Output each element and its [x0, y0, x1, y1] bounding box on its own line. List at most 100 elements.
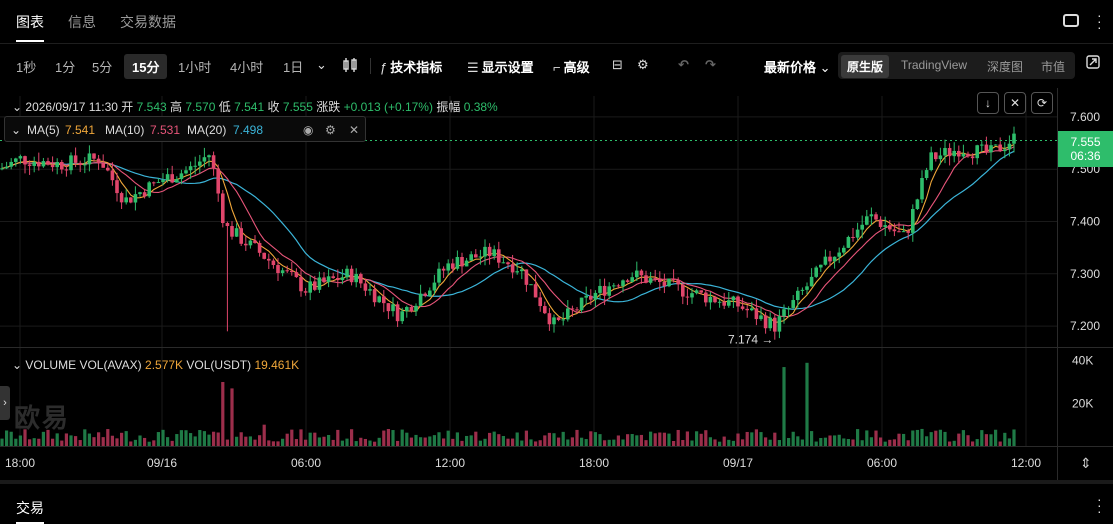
volume-bar: [764, 437, 768, 446]
volume-bar: [340, 440, 344, 446]
volume-bar: [800, 439, 804, 446]
more-vertical-icon[interactable]: · · ·: [1097, 492, 1103, 518]
time-axis-label: 09/16: [147, 456, 177, 470]
refresh-icon[interactable]: ⟳: [1031, 92, 1053, 114]
view-tradingview[interactable]: TradingView: [901, 58, 967, 72]
candle-body: [83, 164, 87, 166]
candle-body: [106, 167, 110, 171]
volume-bar: [350, 429, 354, 446]
volume-bar: [469, 435, 473, 446]
timeframe-15m[interactable]: 15分: [124, 54, 168, 79]
candle-body: [547, 313, 552, 325]
volume-bar: [373, 441, 377, 446]
price-mode-select[interactable]: 最新价格 ⌄: [764, 57, 831, 76]
candle-body: [405, 307, 409, 312]
candle-body: [676, 279, 680, 285]
volume-bar: [396, 440, 400, 446]
volume-bar: [653, 433, 657, 446]
volume-bar: [313, 432, 317, 446]
timeframe-4h[interactable]: 4小时: [230, 57, 263, 76]
timeframe-1h[interactable]: 1小时: [178, 57, 211, 76]
candle-body: [428, 290, 432, 296]
advanced-button[interactable]: ⌐ 高级: [553, 57, 590, 76]
volume-bar: [570, 437, 574, 446]
tab-trade-data[interactable]: 交易数据: [120, 12, 176, 32]
volume-bar: [253, 439, 257, 446]
display-settings-button[interactable]: ☰ 显示设置: [467, 57, 534, 76]
fullscreen-icon[interactable]: [1063, 14, 1079, 27]
settings-gear-icon[interactable]: ⚙: [637, 57, 652, 73]
volume-bar: [782, 367, 786, 446]
volume-bar: [55, 433, 59, 446]
candle-body: [391, 304, 395, 312]
volume-bar: [971, 441, 975, 446]
candle-body: [543, 306, 547, 314]
timeframe-1s[interactable]: 1秒: [16, 57, 36, 76]
volume-bar: [474, 431, 478, 446]
more-vertical-icon[interactable]: · · ·: [1097, 8, 1103, 34]
download-icon[interactable]: ↓: [977, 92, 999, 114]
candle-body: [253, 240, 257, 243]
chevron-down-icon[interactable]: ⌄: [12, 358, 22, 372]
candle-body: [285, 270, 289, 272]
candle-body: [579, 297, 584, 311]
timeframe-1m[interactable]: 1分: [55, 57, 75, 76]
view-native[interactable]: 原生版: [841, 55, 890, 78]
chevron-down-icon[interactable]: ⌄: [11, 123, 21, 137]
timeframe-5m[interactable]: 5分: [92, 57, 112, 76]
volume-bar: [630, 434, 634, 446]
volume-bar: [5, 430, 9, 446]
candle-body: [267, 258, 271, 261]
candle-body: [943, 148, 947, 156]
candle-body: [823, 256, 828, 265]
close-icon[interactable]: ✕: [349, 123, 359, 137]
volume-bar: [865, 430, 869, 446]
volume-bar: [501, 436, 505, 446]
volume-bar: [805, 362, 809, 446]
expand-icon[interactable]: [1086, 55, 1100, 72]
candle-body: [359, 274, 363, 284]
volume-bar: [695, 431, 699, 446]
chevron-down-icon[interactable]: ⌄: [12, 100, 22, 114]
tab-trade[interactable]: 交易: [16, 498, 44, 518]
collapse-icon[interactable]: ✕: [1004, 92, 1026, 114]
gear-icon[interactable]: ⚙: [325, 123, 336, 137]
timeframe-1d[interactable]: 1日: [283, 57, 303, 76]
current-price: 7.555: [1070, 135, 1101, 149]
volume-bar: [129, 441, 133, 446]
volume-bar: [202, 431, 206, 446]
eye-icon[interactable]: ◉: [303, 123, 313, 137]
tab-chart[interactable]: 图表: [16, 12, 44, 32]
candle-type-icon[interactable]: [342, 57, 358, 76]
view-depth[interactable]: 深度图: [987, 58, 1023, 75]
view-market-cap[interactable]: 市值: [1041, 58, 1065, 75]
vol-usdt-label: VOL(USDT): [186, 358, 252, 372]
volume-bar: [515, 432, 519, 446]
layout-icon[interactable]: ⊟: [612, 57, 626, 73]
ma-legend: ⌄ MA(5) 7.541 MA(10) 7.531 MA(20) 7.498 …: [4, 116, 366, 142]
tab-info[interactable]: 信息: [68, 12, 96, 32]
undo-icon[interactable]: ↶: [678, 57, 689, 73]
volume-bar: [833, 435, 837, 446]
candle-body: [326, 276, 331, 283]
candlestick-chart[interactable]: 7.6007.5007.4007.3007.20018:00 09/16 06:00…: [0, 88, 1113, 480]
volume-bar: [225, 439, 229, 446]
indicators-button[interactable]: ƒ 技术指标: [380, 57, 442, 76]
candle-body: [892, 229, 897, 232]
candle-body: [777, 316, 782, 332]
volume-bar: [147, 441, 151, 446]
volume-bar: [511, 438, 515, 446]
volume-bar: [308, 432, 312, 446]
candle-body: [23, 156, 27, 165]
timeframe-dropdown-chevron-icon[interactable]: ⌄: [316, 57, 327, 73]
candle-body: [175, 179, 179, 183]
auto-scale-icon[interactable]: ⇕: [1080, 455, 1092, 472]
volume-bar: [961, 430, 965, 446]
expand-panel-handle[interactable]: ›: [0, 386, 10, 420]
redo-icon[interactable]: ↷: [705, 57, 716, 73]
candle-body: [9, 161, 13, 167]
volume-bar: [28, 439, 32, 446]
candle-body: [819, 264, 823, 268]
candle-body: [276, 265, 280, 274]
candle-body: [372, 289, 377, 303]
